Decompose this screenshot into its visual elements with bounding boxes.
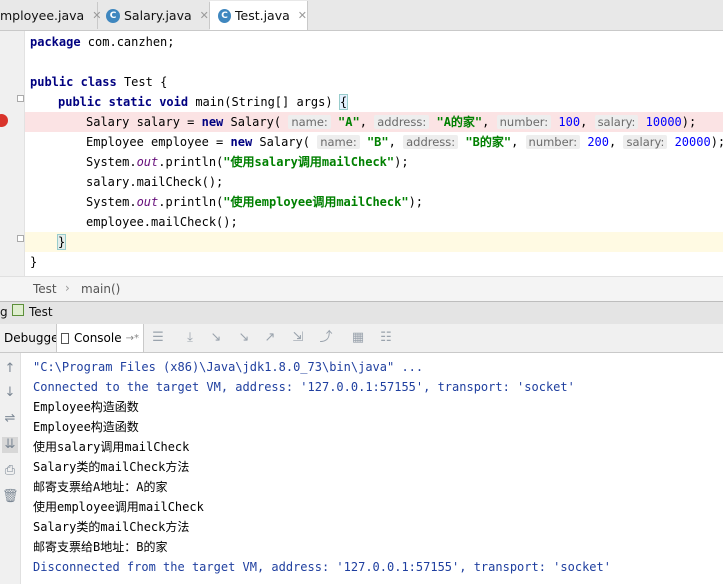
console-line: 使用employee调用mailCheck [33,500,204,514]
java-class-icon: C [218,8,231,23]
scroll-up-icon[interactable]: ↑ [2,361,18,377]
code-line-12: } [30,255,38,269]
fold-marker-icon[interactable] [17,235,24,242]
clear-all-icon[interactable]: 🗑 [2,489,19,505]
step-out-icon[interactable]: ↗ [262,330,278,346]
close-icon[interactable]: ✕ [298,9,307,22]
tab-label: mployee.java [0,8,85,23]
caret-line-highlight [25,232,723,252]
console-line: Salary类的mailCheck方法 [33,520,190,534]
fold-marker-icon[interactable] [17,95,24,102]
step-over-icon[interactable]: ⤓ [182,330,198,346]
soft-wrap-icon[interactable]: ⇌ [2,411,18,427]
code-line-9: System.out.println("使用employee调用mailChec… [86,195,424,209]
code-line-6: Employee employee = new Salary( name: "B… [86,135,723,149]
tab-debugger[interactable]: Debugger [0,324,63,352]
tab-label: Salary.java [124,8,192,23]
code-line-3: public class Test { [30,75,168,89]
print-icon[interactable]: ⎙ [2,463,18,479]
code-line-11: } [56,234,67,250]
tab-employee-java[interactable]: mployee.java ✕ [0,2,101,29]
tab-salary-java[interactable]: C Salary.java ✕ [98,2,210,29]
header-prefix: g [0,305,8,319]
close-icon[interactable]: ✕ [200,9,209,22]
code-editor[interactable]: package com.canzhen; public class Test {… [25,31,723,276]
layout-icon[interactable]: ☷ [378,330,394,346]
list-icon[interactable]: ☰ [150,330,166,346]
console-line: Connected to the target VM, address: '12… [33,380,575,394]
debug-window-header: g Test [0,301,723,325]
debug-tool-tabs: Debugger Console →* ☰ ⤓ ↘ ↘ ↗ ⇲ ⤴ ▦ ☷ [0,324,723,353]
tab-console[interactable]: Console →* [56,324,144,352]
console-line: Employee构造函数 [33,400,139,414]
code-line-7: System.out.println("使用salary调用mailCheck"… [86,155,409,169]
step-into-icon[interactable]: ↘ [208,330,224,346]
drop-frame-icon[interactable]: ⇲ [290,330,306,346]
run-to-cursor-icon[interactable]: ⤴ [318,330,334,346]
breadcrumb: Test › main() [0,276,723,301]
console-line: Salary类的mailCheck方法 [33,460,190,474]
console-line: 邮寄支票给B地址：B的家 [33,540,168,554]
tab-console-label: Console [73,331,122,345]
console-output[interactable]: "C:\Program Files (x86)\Java\jdk1.8.0_73… [21,353,723,584]
breadcrumb-item-main[interactable]: main() [81,282,120,296]
editor-gutter[interactable] [0,31,25,276]
code-line-1: package com.canzhen; [30,35,175,49]
code-line-8: salary.mailCheck(); [86,175,224,189]
run-config-icon [12,304,24,316]
tab-test-java[interactable]: C Test.java ✕ [210,1,308,30]
breadcrumb-item-test[interactable]: Test [33,282,57,296]
console-line: Disconnected from the target VM, address… [33,560,611,574]
scroll-down-icon[interactable]: ↓ [2,385,18,401]
console-icon [61,332,69,344]
console-line: 使用salary调用mailCheck [33,440,190,454]
console-line: "C:\Program Files (x86)\Java\jdk1.8.0_73… [33,360,424,374]
run-config-title: Test [29,305,53,319]
tab-debugger-label: Debugger [4,331,64,345]
force-step-into-icon[interactable]: ↘ [236,330,252,346]
code-line-10: employee.mailCheck(); [86,215,238,229]
pin-arrow-icon: →* [125,332,139,344]
evaluate-icon[interactable]: ▦ [350,330,366,346]
tab-label: Test.java [235,8,290,23]
breadcrumb-separator: › [65,281,70,295]
editor-tab-bar: mployee.java ✕ C Salary.java ✕ C Test.ja… [0,0,723,31]
code-line-4: public static void main(String[] args) { [58,94,349,110]
console-line: 邮寄支票给A地址：A的家 [33,480,168,494]
code-line-5: Salary salary = new Salary( name: "A", a… [86,115,697,129]
java-class-icon: C [106,8,120,23]
console-line: Employee构造函数 [33,420,139,434]
console-side-toolbar: ↑ ↓ ⇌ ⇊ ⎙ 🗑 [0,353,21,584]
scroll-to-end-icon[interactable]: ⇊ [2,437,18,453]
